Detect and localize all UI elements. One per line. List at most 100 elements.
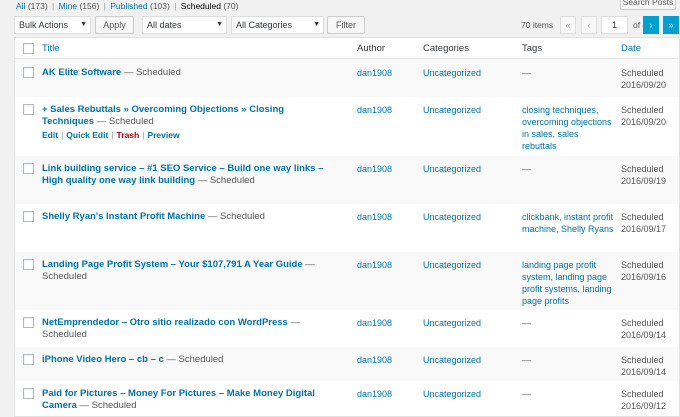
post-date: Scheduled 2016/09/12 (621, 388, 679, 412)
table-row: iPhone Video Hero – cb – c — Scheduled d… (15, 347, 679, 381)
post-date: Scheduled 2016/09/17 (621, 211, 679, 235)
post-state: — Scheduled (123, 67, 181, 78)
post-date: Scheduled 2016/09/20 (621, 67, 679, 91)
categories-filter-value: All Categories (236, 20, 293, 30)
chevron-down-icon: ▼ (216, 21, 223, 28)
table-header: Title Author Categories Tags Date (15, 38, 679, 59)
post-tags-links[interactable]: closing techniques, overcoming objection… (522, 104, 614, 152)
post-author-link[interactable]: dan1908 (357, 259, 392, 271)
current-page-input[interactable]: 1 (601, 16, 628, 34)
post-author-link[interactable]: dan1908 (357, 388, 392, 400)
row-checkbox[interactable] (23, 354, 34, 365)
post-title-link[interactable]: NetEmprendedor – Otro sitio realizado co… (42, 317, 288, 328)
prev-page-button[interactable]: ‹ (581, 16, 597, 34)
preview-link[interactable]: Preview (147, 130, 179, 140)
view-separator: | (103, 1, 106, 11)
row-action-separator: | (61, 130, 64, 140)
table-row: Landing Page Profit System – Your $107,7… (15, 252, 679, 310)
post-date-status: Scheduled (621, 355, 664, 365)
post-title-link[interactable]: AK Elite Software (42, 67, 121, 78)
view-all-link[interactable]: All (173) (16, 1, 48, 11)
post-date-value: 2016/09/20 (621, 117, 667, 127)
quick-edit-link[interactable]: Quick Edit (66, 130, 108, 140)
post-tags-links[interactable]: clickbank, instant profit machine, Shell… (522, 211, 614, 235)
post-tags: — (522, 68, 531, 78)
column-categories: Categories (423, 43, 469, 54)
row-checkbox[interactable] (23, 211, 34, 222)
status-filter-links: All (173) | Mine (156) | Published (103)… (16, 1, 238, 13)
post-title-link[interactable]: Shelly Ryan's Instant Profit Machine (42, 211, 205, 222)
search-posts-button[interactable]: Search Posts (620, 0, 676, 10)
row-checkbox[interactable] (23, 388, 34, 399)
view-published-count: (103) (149, 1, 170, 11)
post-category-link[interactable]: Uncategorized (423, 163, 481, 175)
column-date-sort[interactable]: Date (621, 43, 641, 54)
post-title-cell: AK Elite Software — Scheduled (42, 67, 330, 79)
post-category-link[interactable]: Uncategorized (423, 67, 481, 79)
post-author-link[interactable]: dan1908 (357, 104, 392, 116)
post-title-link[interactable]: Landing Page Profit System – Your $107,7… (42, 259, 303, 270)
posts-table: Title Author Categories Tags Date AK Eli… (14, 37, 680, 417)
first-page-button[interactable]: « (560, 16, 576, 34)
post-title-link[interactable]: Link building service – #1 SEO Service –… (42, 163, 323, 186)
edit-link[interactable]: Edit (42, 130, 58, 140)
tablenav-top: Bulk Actions ▼ Apply All dates ▼ All Cat… (14, 16, 680, 34)
post-title-cell: Landing Page Profit System – Your $107,7… (42, 259, 330, 283)
post-title-cell: iPhone Video Hero – cb – c — Scheduled (42, 354, 330, 366)
post-author-link[interactable]: dan1908 (357, 211, 392, 223)
last-page-button[interactable]: » (663, 16, 679, 34)
row-checkbox[interactable] (23, 67, 34, 78)
post-date-value: 2016/09/16 (621, 272, 667, 282)
post-date: Scheduled 2016/09/16 (621, 259, 679, 283)
view-published-link[interactable]: Published (103) (110, 1, 170, 11)
post-category-link[interactable]: Uncategorized (423, 259, 481, 271)
table-row: + Sales Rebuttals » Overcoming Objection… (15, 97, 679, 156)
row-checkbox[interactable] (23, 163, 34, 174)
bulk-actions-select[interactable]: Bulk Actions ▼ (14, 16, 91, 34)
select-all-checkbox[interactable] (23, 43, 34, 54)
post-author-link[interactable]: dan1908 (357, 354, 392, 366)
row-action-separator: | (111, 130, 114, 140)
view-separator: | (52, 1, 55, 11)
post-title-cell: Link building service – #1 SEO Service –… (42, 163, 330, 187)
view-mine-count: (156) (79, 1, 100, 11)
post-tags: — (522, 389, 531, 399)
post-date: Scheduled 2016/09/19 (621, 163, 679, 187)
post-tags: — (522, 164, 531, 174)
post-category-link[interactable]: Uncategorized (423, 317, 481, 329)
table-row: Paid for Pictures – Money For Pictures –… (15, 381, 679, 416)
post-state: — Scheduled (96, 116, 154, 127)
post-state: — Scheduled (197, 175, 255, 186)
next-page-button[interactable]: › (643, 16, 659, 34)
items-count: 70 items (521, 20, 554, 30)
categories-filter-select[interactable]: All Categories ▼ (231, 16, 324, 34)
row-checkbox[interactable] (23, 317, 34, 328)
column-title-sort[interactable]: Title (42, 43, 60, 54)
row-checkbox[interactable] (23, 259, 34, 270)
post-title-link[interactable]: iPhone Video Hero – cb – c (42, 354, 164, 365)
post-category-link[interactable]: Uncategorized (423, 354, 481, 366)
post-author-link[interactable]: dan1908 (357, 317, 392, 329)
post-date-value: 2016/09/19 (621, 176, 667, 186)
post-state: — Scheduled (207, 211, 265, 222)
post-title-link[interactable]: + Sales Rebuttals » Overcoming Objection… (42, 104, 284, 127)
post-category-link[interactable]: Uncategorized (423, 104, 481, 116)
bulk-actions-value: Bulk Actions (19, 20, 69, 30)
post-date-status: Scheduled (621, 105, 664, 115)
apply-button[interactable]: Apply (95, 16, 134, 34)
view-scheduled-current[interactable]: Scheduled (70) (181, 1, 239, 11)
row-checkbox[interactable] (23, 104, 34, 115)
view-separator: | (174, 1, 177, 11)
post-category-link[interactable]: Uncategorized (423, 211, 481, 223)
post-date-value: 2016/09/14 (621, 330, 667, 340)
post-category-link[interactable]: Uncategorized (423, 388, 481, 400)
trash-link[interactable]: Trash (117, 130, 140, 140)
filter-button[interactable]: Filter (327, 16, 365, 34)
post-tags-links[interactable]: landing page profit system, landing page… (522, 259, 614, 307)
dates-filter-select[interactable]: All dates ▼ (142, 16, 227, 34)
view-mine-link[interactable]: Mine (156) (59, 1, 100, 11)
post-author-link[interactable]: dan1908 (357, 163, 392, 175)
table-row: Shelly Ryan's Instant Profit Machine — S… (15, 204, 679, 252)
post-author-link[interactable]: dan1908 (357, 67, 392, 79)
post-title-cell: NetEmprendedor – Otro sitio realizado co… (42, 317, 330, 341)
